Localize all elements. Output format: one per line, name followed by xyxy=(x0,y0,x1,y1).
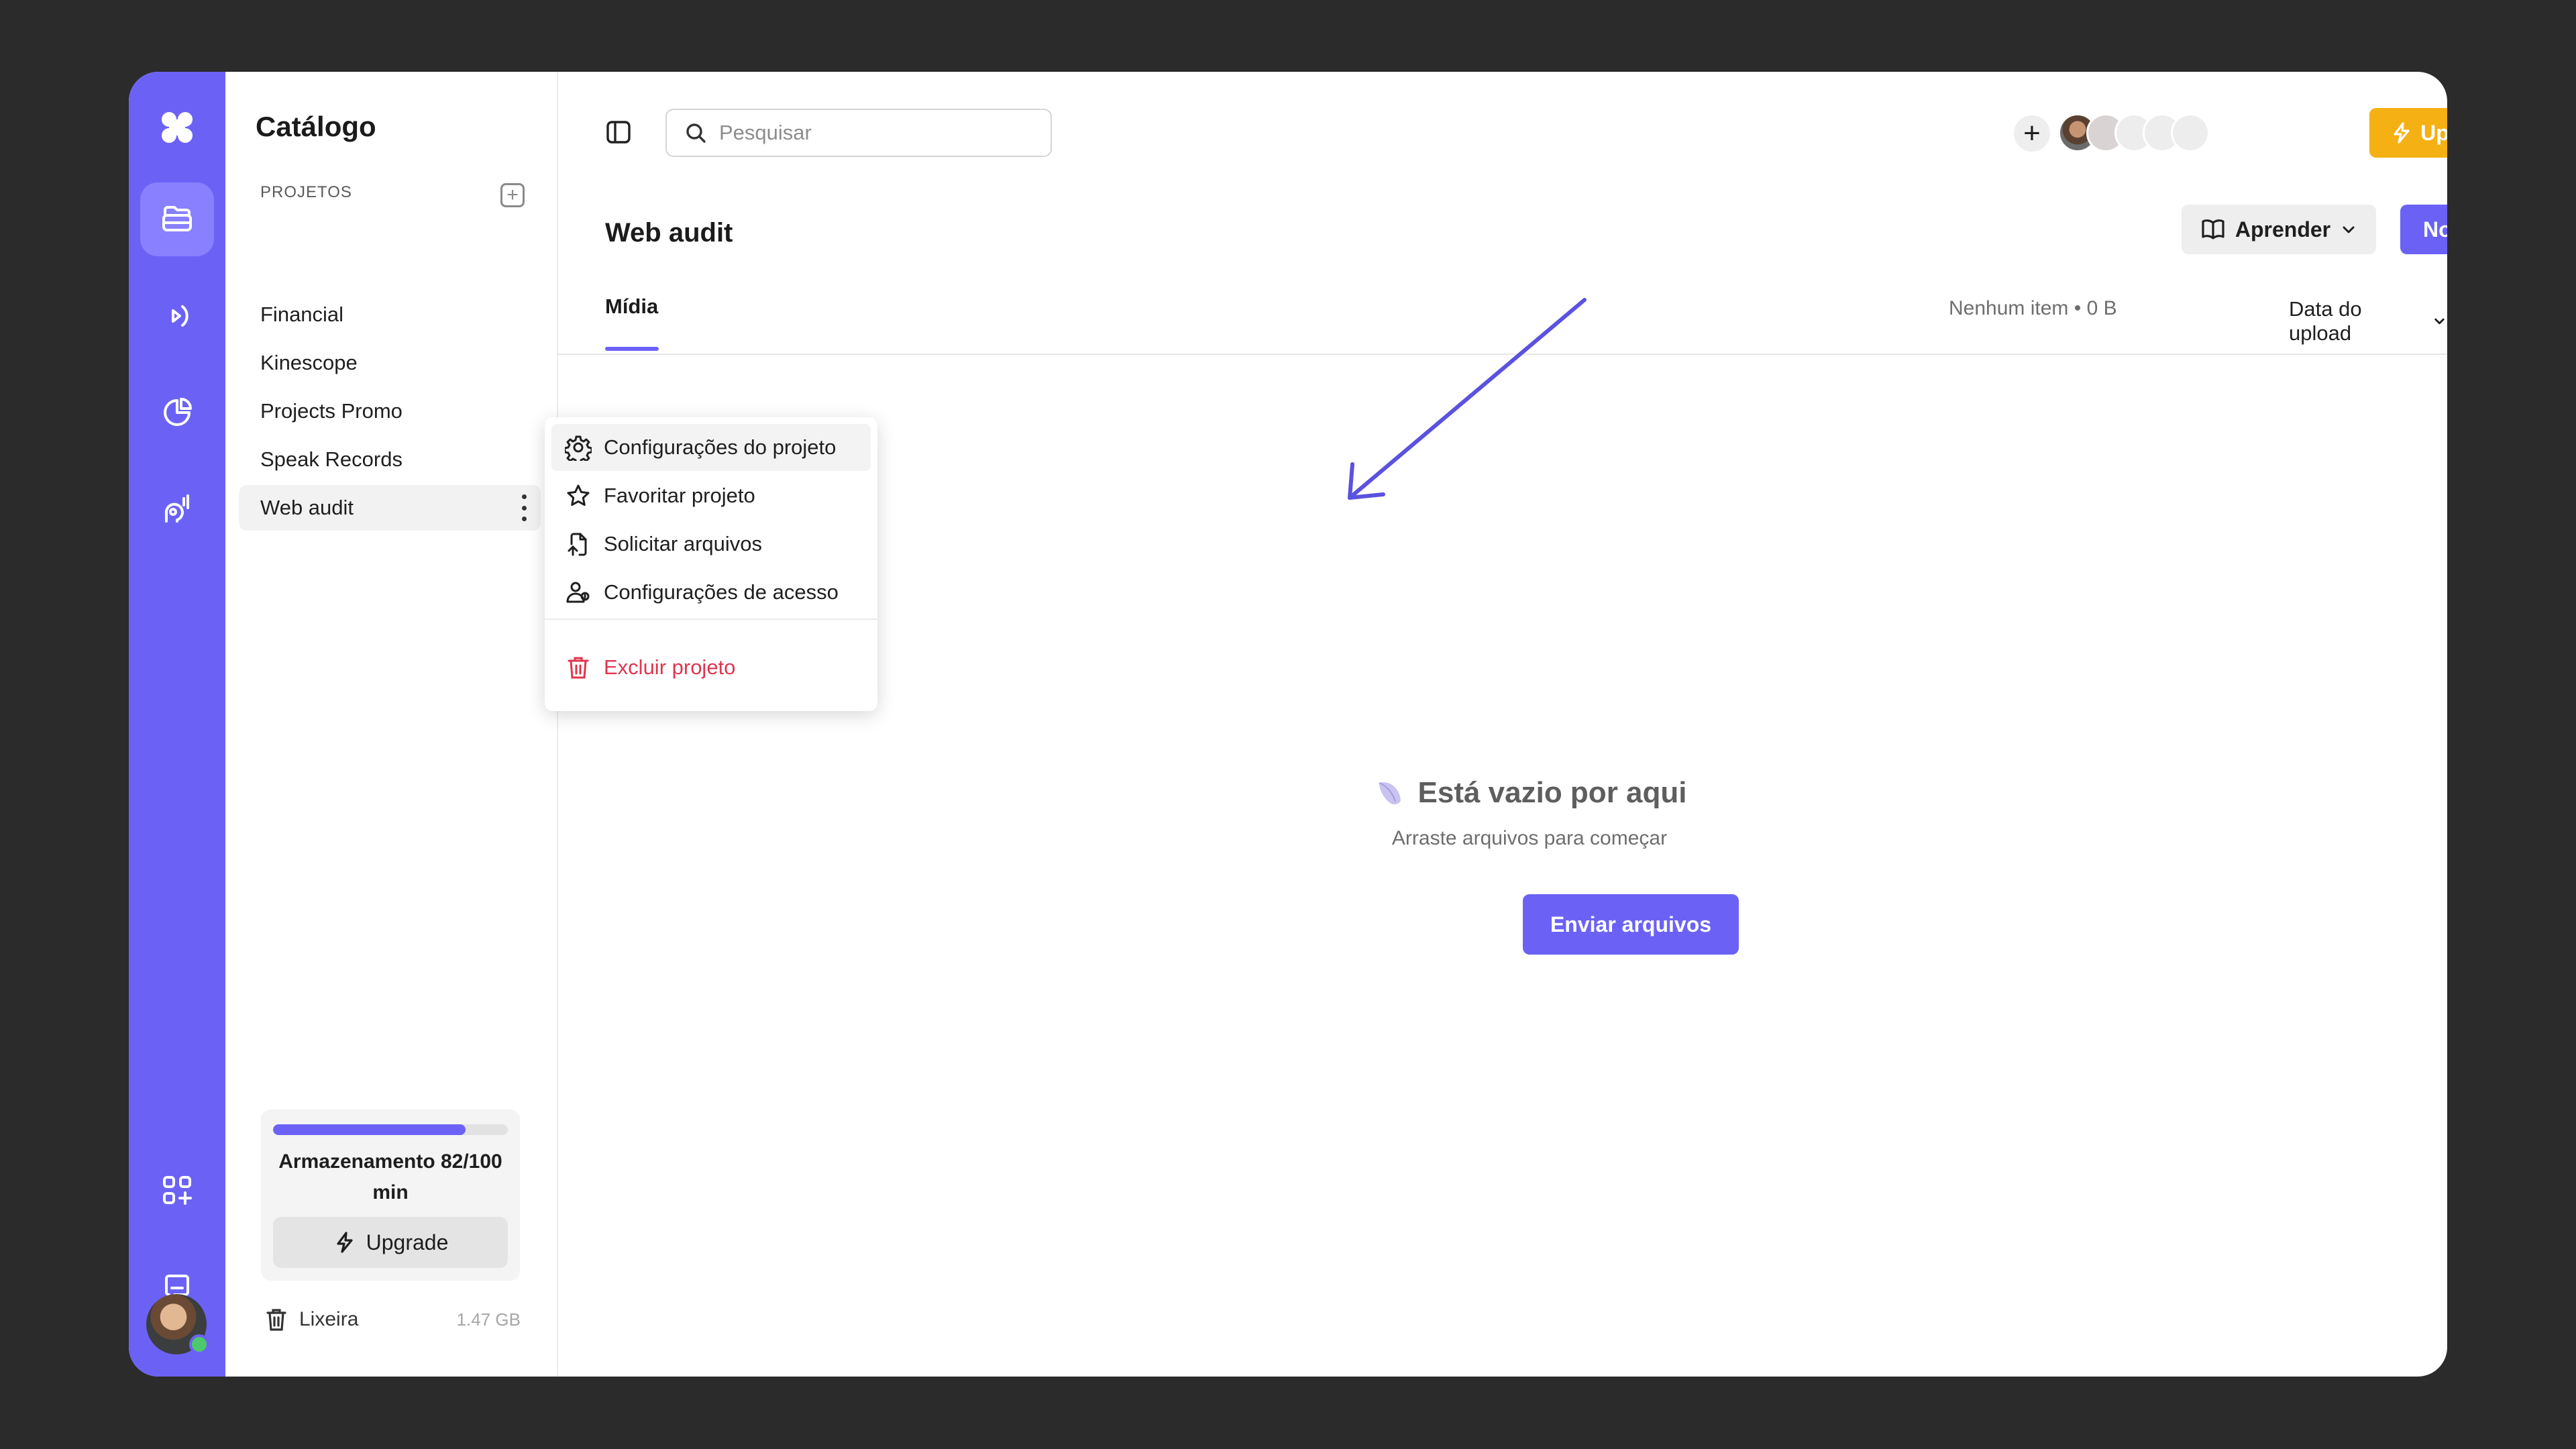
star-icon xyxy=(567,484,590,506)
storage-progress-fill xyxy=(273,1124,466,1135)
lightning-icon xyxy=(337,1232,353,1253)
chevron-down-icon xyxy=(2343,226,2355,233)
main-content: + Upgrade Web audit Aprender Novo Mídia … xyxy=(557,72,2447,1377)
menu-separator xyxy=(545,619,877,620)
request-files-icon xyxy=(568,533,587,556)
sidebar-item-label: Kinescope xyxy=(260,351,358,374)
menu-item-label: Configurações do projeto xyxy=(604,435,837,459)
pie-chart-icon[interactable] xyxy=(140,376,214,449)
tab-media[interactable]: Mídia xyxy=(605,294,658,319)
new-label: Novo xyxy=(2423,217,2447,241)
menu-item-request-files[interactable]: Solicitar arquivos xyxy=(551,521,871,568)
empty-state-title: Está vazio por aqui xyxy=(1417,776,1687,809)
sidebar-item-label: Web audit xyxy=(260,496,354,519)
chevron-down-icon xyxy=(2434,318,2445,325)
avatar xyxy=(2171,113,2210,152)
trash-icon xyxy=(266,1309,286,1331)
storage-progress-bar xyxy=(273,1124,508,1135)
tab-active-indicator xyxy=(605,347,659,351)
send-files-button[interactable]: Enviar arquivos xyxy=(1523,894,1739,955)
menu-item-label: Solicitar arquivos xyxy=(604,532,763,555)
add-project-icon[interactable]: + xyxy=(500,183,525,207)
menu-item-label: Favoritar projeto xyxy=(604,484,755,507)
trash-label: Lixeira xyxy=(299,1308,359,1330)
lightning-icon xyxy=(2394,122,2410,144)
gear-icon xyxy=(565,435,592,461)
projects-section-label: PROJETOS xyxy=(260,183,352,201)
storage-label: Armazenamento 82/100 min xyxy=(278,1150,502,1203)
search-box[interactable] xyxy=(665,109,1052,157)
menu-item-label: Configurações de acesso xyxy=(604,580,839,604)
avatar[interactable] xyxy=(146,1294,209,1354)
menu-item-project-settings[interactable]: Configurações do projeto xyxy=(551,424,871,471)
book-icon xyxy=(2202,219,2224,239)
add-member-button[interactable]: + xyxy=(2014,115,2050,152)
upgrade-label: Upgrade xyxy=(2420,120,2447,145)
voice-icon[interactable] xyxy=(140,472,214,546)
app-logo-icon[interactable] xyxy=(140,91,214,164)
storage-card: Armazenamento 82/100 min Upgrade xyxy=(261,1110,520,1281)
users-icon xyxy=(566,582,590,603)
items-count: Nenhum item • 0 B xyxy=(1949,297,2117,319)
empty-state-subtitle: Arraste arquivos para começar xyxy=(1391,827,1668,849)
sort-label: Data do upload xyxy=(2289,297,2362,345)
empty-state: Está vazio por aqui Arraste arquivos par… xyxy=(1093,776,1966,850)
storage-upgrade-button[interactable]: Upgrade xyxy=(273,1217,508,1268)
sidebar-item-label: Projects Promo xyxy=(260,399,402,423)
icon-rail xyxy=(129,72,225,1377)
sidebar-item-projects-promo[interactable]: Projects Promo xyxy=(239,388,541,434)
broadcast-icon[interactable] xyxy=(140,279,214,353)
storage-upgrade-label: Upgrade xyxy=(366,1230,449,1254)
menu-item-access-settings[interactable]: Configurações de acesso xyxy=(551,569,871,616)
new-button[interactable]: Novo xyxy=(2400,205,2447,254)
project-options-icon[interactable] xyxy=(521,494,527,521)
upgrade-button[interactable]: Upgrade xyxy=(2369,108,2447,158)
sidebar-item-financial[interactable]: Financial xyxy=(239,292,541,337)
sidebar-item-label: Financial xyxy=(260,303,344,326)
trash-size: 1.47 GB xyxy=(456,1309,521,1330)
folder-stack-icon[interactable] xyxy=(140,182,214,256)
sidebar-item-speak-records[interactable]: Speak Records xyxy=(239,437,541,482)
annotation-arrow xyxy=(1348,298,1587,500)
sidebar-item-web-audit[interactable]: Web audit xyxy=(239,485,541,531)
learn-label: Aprender xyxy=(2235,217,2331,241)
trash-icon xyxy=(568,657,589,679)
sidebar-item-label: Speak Records xyxy=(260,447,402,471)
sidebar-title: Catálogo xyxy=(256,111,376,142)
online-status-icon xyxy=(189,1334,209,1354)
menu-item-label: Excluir projeto xyxy=(604,655,736,679)
toggle-sidebar-icon[interactable] xyxy=(604,117,633,147)
search-input[interactable] xyxy=(718,120,1029,146)
project-context-menu: Configurações do projeto Favoritar proje… xyxy=(545,417,877,711)
sort-dropdown[interactable]: Data do upload xyxy=(2289,297,2447,345)
search-icon xyxy=(686,123,706,143)
menu-item-favorite-project[interactable]: Favoritar projeto xyxy=(551,472,871,519)
page-title: Web audit xyxy=(605,218,733,248)
project-sidebar: Catálogo PROJETOS + Financial Kinescope … xyxy=(225,72,558,1377)
trash-link[interactable]: Lixeira 1.47 GB xyxy=(264,1299,521,1340)
sidebar-item-kinescope[interactable]: Kinescope xyxy=(239,340,541,386)
shell-icon xyxy=(1379,782,1401,805)
apps-add-icon[interactable] xyxy=(140,1153,214,1227)
app-window: Catálogo PROJETOS + Financial Kinescope … xyxy=(129,72,2447,1377)
learn-button[interactable]: Aprender xyxy=(2182,205,2376,254)
menu-item-delete-project[interactable]: Excluir projeto xyxy=(551,644,871,691)
